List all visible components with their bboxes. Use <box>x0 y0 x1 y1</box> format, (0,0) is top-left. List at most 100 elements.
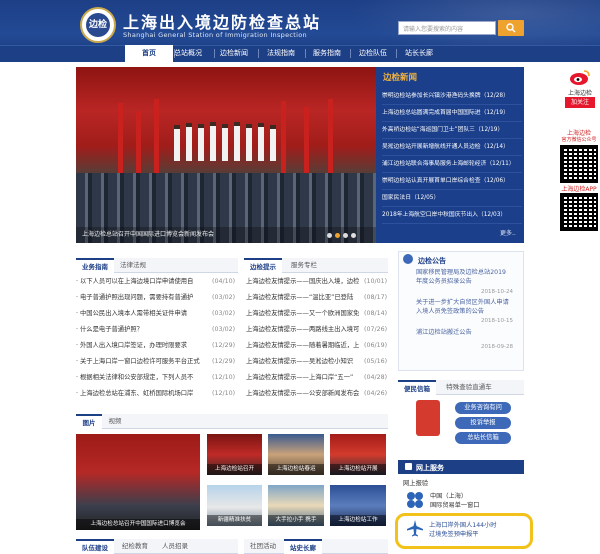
single-window-link[interactable]: 中国（上海） <box>430 491 467 500</box>
guide-item-date: (12/29) <box>212 358 236 365</box>
guide-list-item[interactable]: · 上海边检总站在浦东、虹桥国际机场口岸 <box>76 388 206 400</box>
tips-list-item[interactable]: 上海边检友情提示——随着暑期临近，上 <box>246 340 363 352</box>
guide-list-item[interactable]: · 关于上海口岸一窗口边检许可服务平台正式 <box>76 356 206 368</box>
officer <box>270 125 276 161</box>
notice-item[interactable]: 国家移民管理局及边检总站2019 <box>416 268 506 277</box>
news-item-title[interactable]: 吴淞边检站开展新增航线开通人员边检 <box>382 144 481 150</box>
tab-special-inspection[interactable]: 特殊查验直通车 <box>440 380 498 395</box>
tab-discipline[interactable]: 纪检教育 <box>116 539 154 554</box>
news-item-title[interactable]: 崇明边检站认真开展首单口岸综合检查 <box>382 178 481 184</box>
consult-button[interactable]: 业务咨询有问 <box>455 402 511 414</box>
guide-list-item[interactable]: · 什么是电子普通护照？ <box>76 324 206 336</box>
notice-item-line2[interactable]: 年度公务员招录公告 <box>416 277 472 286</box>
tab-videos[interactable]: 视频 <box>102 414 128 429</box>
news-item-title[interactable]: 2018年上海航空口岸中秋国庆节出入 <box>382 212 478 218</box>
single-window-link-2[interactable]: 国际贸易单一窗口 <box>430 500 480 509</box>
officer <box>198 124 204 161</box>
tips-list-item[interactable]: 上海边检友情提示——上海口岸“五一” <box>246 372 363 384</box>
notice-date: 2018-09-28 <box>481 344 513 350</box>
search-icon <box>506 23 516 33</box>
news-item-title[interactable]: 外高桥边检站“海巡国门卫士”团队三 <box>382 127 475 133</box>
guide-item-date: (03/02) <box>212 310 236 317</box>
nav-overview[interactable]: 总站概况 <box>164 45 212 62</box>
gallery-thumb[interactable]: 上海边检站工作 <box>330 485 386 526</box>
tab-team-building[interactable]: 队伍建设 <box>76 539 114 554</box>
tab-service-column[interactable]: 服务专栏 <box>284 258 324 273</box>
follow-button[interactable]: 加关注 <box>565 97 595 108</box>
guide-item-date: (12/10) <box>212 390 236 397</box>
nav-services[interactable]: 服务指南 <box>303 45 351 62</box>
tab-mailbox[interactable]: 便民信箱 <box>398 380 436 395</box>
search-button[interactable] <box>498 20 524 36</box>
guide-list-item[interactable]: · 中国公民出入境本人需带相关证件申请 <box>76 308 206 320</box>
gallery-thumb[interactable]: 上海边检站春运 <box>268 434 324 475</box>
news-item-title[interactable]: 崇明边检站参加长兴镇沙港渔码头换牌 <box>382 93 481 99</box>
tab-photos[interactable]: 图片 <box>76 414 102 429</box>
slide-dot-active[interactable] <box>335 233 340 238</box>
gallery-thumb[interactable]: 大手拉小手 携手 <box>268 485 324 526</box>
news-item-title[interactable]: 浦江边检站联合海事局服务上海邮轮经济 <box>382 161 486 167</box>
news-more-link[interactable]: 更多.. <box>500 228 516 237</box>
news-list-item[interactable]: 浦江边检站联合海事局服务上海邮轮经济（12/11） <box>382 156 522 173</box>
hero-slider[interactable]: 上海边检总站召开中国国际进口博览会新闻发布会 <box>76 67 376 243</box>
tips-list-item[interactable]: 上海边检友情提示——吴淞边检小知识 <box>246 356 363 368</box>
news-list-item[interactable]: 2018年上海航空口岸中秋国庆节出入（12/03） <box>382 207 522 224</box>
complaint-button[interactable]: 投诉举报 <box>455 417 511 429</box>
news-item-title[interactable]: 国家民法日（12/05） <box>382 195 439 201</box>
nav-regulations[interactable]: 法规指南 <box>257 45 305 62</box>
tab-laws[interactable]: 法律法规 <box>114 258 152 273</box>
guide-list-item[interactable]: · 电子普通护照出现问题，需要持有普通护 <box>76 292 206 304</box>
gallery-main-caption: 上海边检总站召开中国国际进口博览会 <box>76 519 200 530</box>
tab-business-guide[interactable]: 业务指南 <box>76 258 114 273</box>
tab-station-history[interactable]: 站史长廊 <box>284 539 322 554</box>
app-qr-code <box>560 193 598 231</box>
tips-list-item[interactable]: 上海边检友情提示——公安部新闻发布会 <box>246 388 363 400</box>
gallery-thumb-caption: 大手拉小手 携手 <box>268 515 324 526</box>
notice-item[interactable]: 关于进一步扩大自贸区外国人申请 <box>416 298 509 307</box>
gallery-main-photo[interactable]: 上海边检总站召开中国国际进口博览会 <box>76 434 200 530</box>
officer <box>246 124 252 161</box>
search-input[interactable]: 请输入您要搜索的内容 <box>398 21 496 35</box>
officer <box>174 125 180 161</box>
nav-team[interactable]: 边检队伍 <box>349 45 397 62</box>
slide-dot[interactable] <box>343 233 348 238</box>
transit-visa-link[interactable]: 上海口岸外国人144小时 <box>429 520 497 529</box>
weibo-icon[interactable] <box>569 68 591 86</box>
site-logo[interactable]: 边检 <box>80 7 116 43</box>
news-item-title[interactable]: 上海边检总站圆满完成首届中国国际进 <box>382 110 481 116</box>
guide-list-item[interactable]: · 外国人出入境口岸签证，办理时限要求 <box>76 340 206 352</box>
tab-recruitment[interactable]: 人员招录 <box>156 539 194 554</box>
nav-history[interactable]: 站长长廊 <box>395 45 443 62</box>
news-list-item[interactable]: 上海边检总站圆满完成首届中国国际进（12/19） <box>382 105 522 122</box>
gallery-thumb[interactable]: 上海边检站召开 <box>207 434 262 475</box>
director-mailbox-button[interactable]: 总站长信箱 <box>455 432 511 444</box>
news-list-item[interactable]: 国家民法日（12/05） <box>382 190 522 207</box>
tab-club-activities[interactable]: 社团活动 <box>244 539 282 554</box>
tips-list-item[interactable]: 上海边检友情提示——“温比亚”已登陆 <box>246 292 363 304</box>
news-list-item[interactable]: 吴淞边检站开展新增航线开通人员边检（12/14） <box>382 139 522 156</box>
tips-list-item[interactable]: 上海边检友情提示——两路线主出入境可 <box>246 324 363 336</box>
notice-item[interactable]: 浦江边检站搬迁公告 <box>416 328 472 337</box>
nav-news[interactable]: 边检新闻 <box>210 45 258 62</box>
gallery-thumb-caption: 上海边检站召开 <box>207 464 262 475</box>
flag <box>136 111 141 173</box>
tab-tips[interactable]: 边检提示 <box>244 258 282 273</box>
slide-dot[interactable] <box>327 233 332 238</box>
tips-list-item[interactable]: 上海边检友情提示——国庆出入境，边检 <box>246 276 363 288</box>
news-list-item[interactable]: 外高桥边检站“海巡国门卫士”团队三（12/19） <box>382 122 522 139</box>
service-icon <box>405 463 412 470</box>
slide-dot[interactable] <box>351 233 356 238</box>
news-list-item[interactable]: 崇明边检站认真开展首单口岸综合检查（12/06） <box>382 173 522 190</box>
flag <box>281 101 286 173</box>
flag <box>154 99 159 173</box>
transit-visa-link-2[interactable]: 过境免签预申报平 <box>429 529 479 538</box>
guide-list-item[interactable]: · 以下人员可以在上海边境口岸申请使用自 <box>76 276 206 288</box>
tips-list-item[interactable]: 上海边检友情提示——又一个欧洲国家免 <box>246 308 363 320</box>
guide-list-item[interactable]: · 根据相关法律和公安部规定，下列人员不 <box>76 372 206 384</box>
news-list-item[interactable]: 崇明边检站参加长兴镇沙港渔码头换牌（12/28） <box>382 88 522 105</box>
gallery-thumb[interactable]: 上海边检站开展 <box>330 434 386 475</box>
gallery-thumb[interactable]: 新疆精准扶贫 <box>207 485 262 526</box>
news-item-date: （12/14） <box>480 144 509 150</box>
app-label: 上海边检APP <box>561 186 597 193</box>
notice-item-line2[interactable]: 入境人员免签政策的公告 <box>416 307 484 316</box>
